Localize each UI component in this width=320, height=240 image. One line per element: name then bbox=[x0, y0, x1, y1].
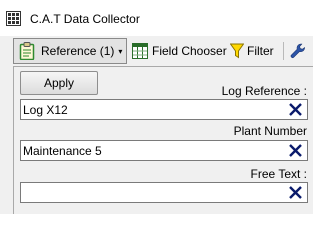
app-window: C.A.T Data Collector Reference (1) ▾ Fie… bbox=[0, 0, 313, 214]
plant-number-field[interactable]: Maintenance 5 bbox=[20, 140, 308, 161]
chevron-down-icon: ▾ bbox=[118, 46, 123, 56]
free-text-label: Free Text : bbox=[250, 167, 307, 181]
clear-icon[interactable] bbox=[288, 102, 303, 117]
field-chooser-button[interactable]: Field Chooser bbox=[130, 38, 227, 64]
title-bar: C.A.T Data Collector bbox=[0, 0, 313, 36]
clipboard-icon bbox=[19, 42, 35, 60]
window-title: C.A.T Data Collector bbox=[30, 12, 140, 26]
apply-button[interactable]: Apply bbox=[20, 71, 98, 95]
plant-number-label: Plant Number bbox=[233, 124, 307, 138]
plant-number-value: Maintenance 5 bbox=[23, 144, 102, 158]
reference-panel: Apply Log Reference : Log X12 Plant Numb… bbox=[13, 66, 313, 214]
reference-button-label: Reference (1) bbox=[41, 44, 115, 58]
log-reference-field[interactable]: Log X12 bbox=[20, 99, 308, 120]
app-grid-icon bbox=[6, 11, 21, 26]
clear-icon[interactable] bbox=[288, 143, 303, 158]
funnel-icon bbox=[230, 43, 244, 59]
columns-icon bbox=[132, 43, 148, 59]
free-text-field[interactable] bbox=[20, 182, 308, 203]
tools-button[interactable] bbox=[290, 38, 306, 64]
reference-dropdown-button[interactable]: Reference (1) ▾ bbox=[13, 38, 127, 64]
log-reference-label: Log Reference : bbox=[221, 84, 307, 98]
clear-icon[interactable] bbox=[288, 185, 303, 200]
wrench-icon bbox=[290, 43, 305, 58]
field-chooser-label: Field Chooser bbox=[152, 44, 227, 58]
toolbar-separator bbox=[283, 42, 284, 60]
filter-button[interactable]: Filter bbox=[230, 38, 274, 64]
filter-label: Filter bbox=[247, 44, 274, 58]
log-reference-value: Log X12 bbox=[23, 103, 68, 117]
toolbar: Reference (1) ▾ Field Chooser Filter bbox=[0, 36, 313, 66]
